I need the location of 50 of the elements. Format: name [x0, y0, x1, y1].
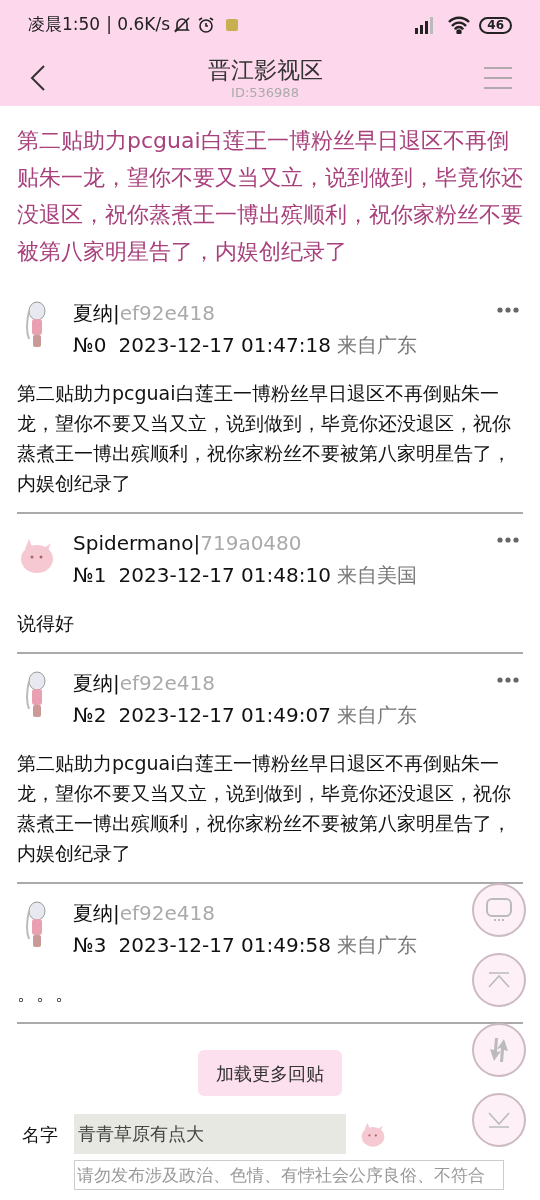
more-icon[interactable]: [497, 677, 519, 683]
signal-icon: [413, 16, 436, 34]
post-time: 2023-12-17 01:49:07: [118, 702, 331, 729]
comment-icon: [485, 897, 513, 923]
user-name: 夏纳|: [73, 670, 120, 697]
thread-title: 第二贴助力pcguai白莲王一博粉丝早日退区不再倒贴朱一龙，望你不要又当又立，说到做到，毕竟你还没退区，祝你蒸煮王一博出殡顺利，祝你家粉丝不要被第八家明星告了，内娱创纪录了: [16, 127, 524, 266]
name-label: 名字: [22, 1122, 59, 1147]
floor-number: №3: [73, 932, 107, 959]
refresh-button[interactable]: [472, 1023, 526, 1077]
more-icon[interactable]: [497, 537, 519, 543]
network-speed: | 0.6K/s: [106, 13, 171, 37]
post-location: 来自广东: [336, 332, 417, 359]
post-location: 来自广东: [336, 702, 417, 729]
user-id: ef92e418: [119, 900, 216, 927]
comment-button[interactable]: [472, 883, 526, 937]
arrow-up-icon: [487, 972, 511, 988]
name-field[interactable]: 青青草原有点大: [74, 1114, 346, 1154]
wifi-icon: [447, 16, 472, 34]
user-name: 夏纳|: [73, 900, 120, 927]
post-content: 。。。: [17, 981, 74, 1006]
menu-icon[interactable]: [484, 66, 512, 90]
content-field[interactable]: 请勿发布涉及政治、色情、有悖社会公序良俗、不符合: [74, 1160, 504, 1190]
floor-number: №0: [73, 332, 107, 359]
user-id: 719a0480: [200, 530, 302, 557]
user-id: ef92e418: [119, 670, 216, 697]
user-name: 夏纳|: [73, 300, 120, 327]
status-time: 凌晨1:50: [28, 13, 101, 37]
user-id: ef92e418: [119, 300, 216, 327]
post-content: 说得好: [17, 611, 74, 636]
page-title: 晋江影视区: [207, 56, 323, 85]
post-content: 第二贴助力pcguai白莲王一博粉丝早日退区不再倒贴朱一龙，望你不要又当又立，说到做到，毕竟你还没退区，祝你蒸煮王一博出殡顺利，祝你家粉丝不要被第八家明星告了，内娱创纪录了: [17, 381, 512, 496]
floor-number: №2: [73, 702, 107, 729]
battery-indicator: 46: [479, 16, 512, 34]
more-icon[interactable]: [497, 307, 519, 313]
post-content: 第二贴助力pcguai白莲王一博粉丝早日退区不再倒贴朱一龙，望你不要又当又立，说到做到，毕竟你还没退区，祝你蒸煮王一博出殡顺利，祝你家粉丝不要被第八家明星告了，内娱创纪录了: [17, 751, 512, 866]
post-location: 来自广东: [336, 932, 417, 959]
post-time: 2023-12-17 01:49:58: [118, 932, 331, 959]
post-time: 2023-12-17 01:48:10: [118, 562, 331, 589]
floor-number: №1: [73, 562, 107, 589]
post-time: 2023-12-17 01:47:18: [118, 332, 331, 359]
app-icon: [226, 19, 239, 31]
user-name: Spidermano|: [73, 530, 201, 557]
back-icon[interactable]: [28, 64, 46, 92]
load-more-button[interactable]: 加载更多回贴: [198, 1050, 342, 1096]
scroll-bottom-button[interactable]: [472, 1093, 526, 1147]
bell-off-icon: [172, 15, 193, 35]
scroll-top-button[interactable]: [472, 953, 526, 1007]
arrow-down-icon: [487, 1112, 511, 1128]
post-location: 来自美国: [336, 562, 417, 589]
forum-id: ID:536988: [231, 85, 299, 101]
